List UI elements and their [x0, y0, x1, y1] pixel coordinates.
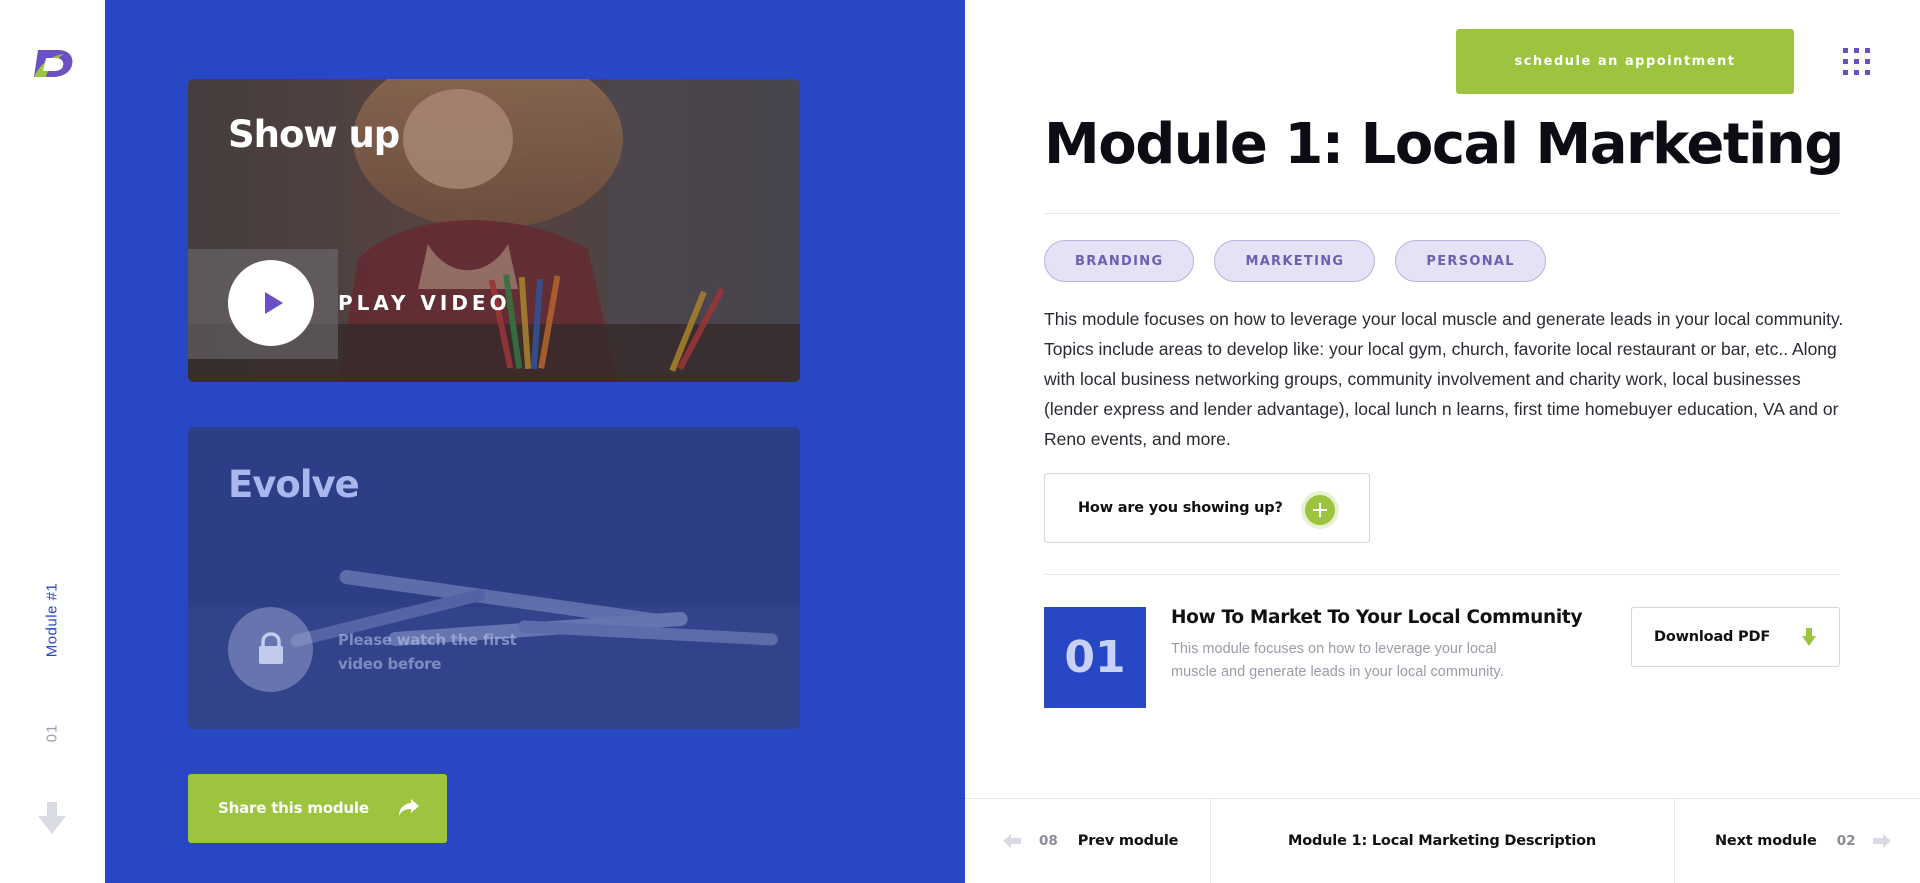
share-module-button[interactable]: Share this module	[188, 774, 447, 843]
module-description: This module focuses on how to leverage y…	[1044, 309, 1844, 449]
video-card-title: Show up	[228, 113, 400, 156]
divider	[1044, 213, 1840, 214]
tag-list: BRANDING MARKETING PERSONAL	[1044, 240, 1546, 282]
lesson-description: This module focuses on how to leverage y…	[1171, 641, 1504, 680]
next-module-number: 02	[1836, 833, 1856, 849]
play-video-label[interactable]: PLAY VIDEO	[338, 291, 511, 315]
prev-module-label: Prev module	[1077, 833, 1179, 849]
schedule-appointment-button[interactable]: schedule an appointment	[1456, 29, 1794, 94]
module-content: schedule an appointment Module 1: Local …	[965, 0, 1920, 883]
lock-icon	[259, 632, 283, 664]
lock-badge	[228, 607, 313, 692]
prev-module-link[interactable]: 08 Prev module	[1003, 833, 1178, 849]
tag-marketing[interactable]: MARKETING	[1214, 240, 1376, 282]
left-rail: Module #1 01	[0, 0, 105, 883]
current-module-label[interactable]: Module 1: Local Marketing Description	[1211, 833, 1673, 849]
play-button[interactable]	[228, 260, 314, 346]
module-media-panel: Show up PLAY VIDEO Evolve Please watch t…	[105, 0, 965, 883]
accordion-label: How are you showing up?	[1078, 500, 1283, 516]
brand-logo[interactable]	[28, 46, 76, 80]
download-pdf-button[interactable]: Download PDF	[1631, 607, 1840, 667]
lesson-title: How To Market To Your Local Community	[1171, 607, 1583, 628]
video-card[interactable]: Show up PLAY VIDEO	[188, 79, 800, 382]
module-label: Module #1	[43, 582, 61, 658]
page-title: Module 1: Local Marketing	[1044, 112, 1844, 177]
tag-branding[interactable]: BRANDING	[1044, 240, 1195, 282]
locked-card-title: Evolve	[228, 463, 360, 506]
next-module-link[interactable]: Next module 02	[1715, 833, 1892, 849]
arrow-right-icon	[1873, 834, 1892, 848]
prev-module-number: 08	[1039, 833, 1058, 849]
arrow-left-icon	[1003, 834, 1021, 848]
next-module-label: Next module	[1715, 833, 1817, 849]
grid-menu-icon[interactable]	[1843, 48, 1871, 76]
divider	[1674, 799, 1675, 883]
download-arrow-icon	[1802, 628, 1816, 646]
divider	[1044, 574, 1840, 575]
showing-up-accordion[interactable]: How are you showing up?	[1044, 473, 1370, 543]
locked-message: Please watch the first video before	[338, 631, 517, 673]
module-number: 01	[43, 723, 61, 743]
lesson-number: 01	[1044, 607, 1146, 708]
plus-icon[interactable]	[1305, 495, 1335, 525]
module-pagination: 08 Prev module Module 1: Local Marketing…	[965, 798, 1920, 883]
share-arrow-icon	[399, 799, 419, 816]
schedule-appointment-label: schedule an appointment	[1514, 54, 1736, 69]
arrow-down-icon[interactable]	[38, 802, 66, 834]
download-pdf-label: Download PDF	[1654, 629, 1771, 645]
play-icon	[265, 292, 283, 314]
locked-video-card: Evolve Please watch the first video befo…	[188, 427, 800, 729]
tag-personal[interactable]: PERSONAL	[1395, 240, 1546, 282]
share-module-label: Share this module	[218, 799, 369, 817]
